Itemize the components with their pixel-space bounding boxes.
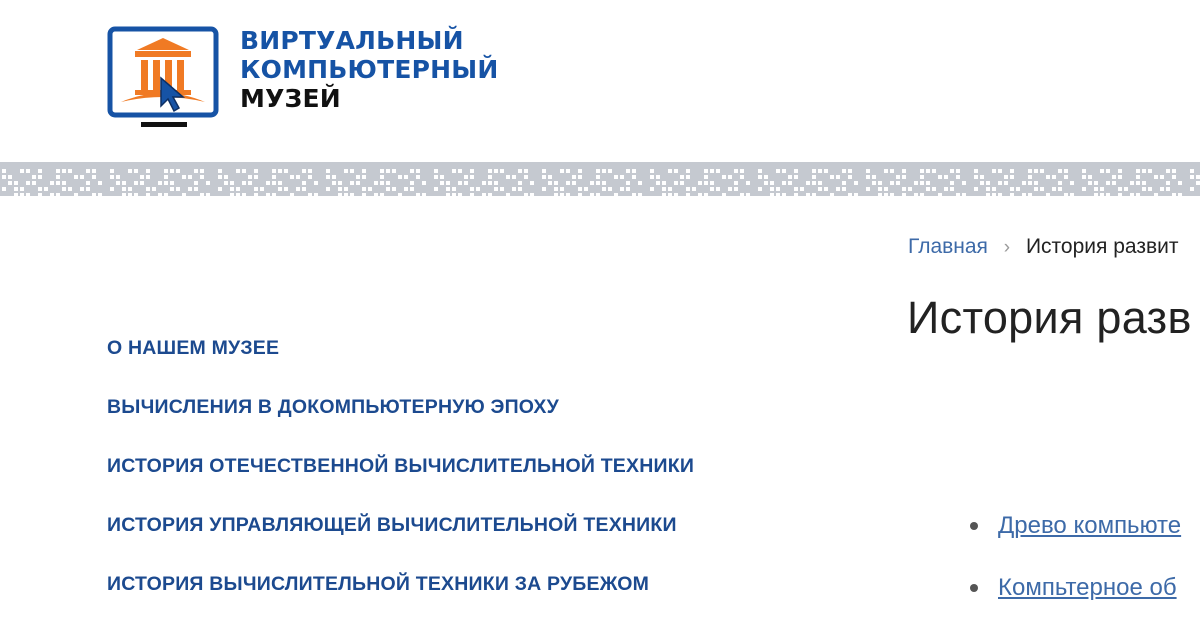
- sidebar-item-control: ИСТОРИЯ УПРАВЛЯЮЩЕЙ ВЫЧИСЛИТЕЛЬНОЙ ТЕХНИ…: [107, 511, 694, 570]
- logo-line-2: КОМПЬЮТЕРНЫЙ: [240, 55, 499, 84]
- logo-line-1: ВИРТУАЛЬНЫЙ: [240, 26, 464, 55]
- content-link-education[interactable]: Компьтерное об: [998, 574, 1177, 601]
- site-logo[interactable]: ВИРТУАЛЬНЫЙ КОМПЬЮТЕРНЫЙ МУЗЕЙ: [105, 26, 525, 136]
- breadcrumb-home-link[interactable]: Главная: [908, 235, 988, 258]
- sidebar-item-abroad: ИСТОРИЯ ВЫЧИСЛИТЕЛЬНОЙ ТЕХНИКИ ЗА РУБЕЖО…: [107, 570, 694, 629]
- breadcrumb-current: История развит: [1025, 235, 1179, 258]
- list-item: Древо компьюте: [970, 510, 1181, 572]
- sidebar-item-about: О НАШЕМ МУЗЕЕ: [107, 334, 694, 393]
- sidebar-link-control[interactable]: ИСТОРИЯ УПРАВЛЯЮЩЕЙ ВЫЧИСЛИТЕЛЬНОЙ ТЕХНИ…: [107, 514, 677, 536]
- content-link-tree[interactable]: Древо компьюте: [998, 512, 1181, 539]
- pixel-pattern: [2, 169, 1200, 196]
- sidebar-nav: О НАШЕМ МУЗЕЕ ВЫЧИСЛЕНИЯ В ДОКОМПЬЮТЕРНУ…: [107, 334, 694, 629]
- bullet-icon: [970, 522, 978, 530]
- breadcrumb: Главная › История развит: [908, 235, 1178, 259]
- sidebar-item-domestic: ИСТОРИЯ ОТЕЧЕСТВЕННОЙ ВЫЧИСЛИТЕЛЬНОЙ ТЕХ…: [107, 452, 694, 511]
- list-item: Компьтерное об: [970, 572, 1181, 634]
- sidebar-link-abroad[interactable]: ИСТОРИЯ ВЫЧИСЛИТЕЛЬНОЙ ТЕХНИКИ ЗА РУБЕЖО…: [107, 573, 649, 595]
- sidebar-link-pre-computer[interactable]: ВЫЧИСЛЕНИЯ В ДОКОМПЬЮТЕРНУЮ ЭПОХУ: [107, 396, 559, 418]
- logo-line-3: МУЗЕЙ: [240, 84, 341, 113]
- content-link-list: Древо компьюте Компьтерное об: [970, 510, 1181, 634]
- bullet-icon: [970, 584, 978, 592]
- sidebar-item-pre-computer: ВЫЧИСЛЕНИЯ В ДОКОМПЬЮТЕРНУЮ ЭПОХУ: [107, 393, 694, 452]
- sidebar-link-about[interactable]: О НАШЕМ МУЗЕЕ: [107, 337, 279, 359]
- logo-text: ВИРТУАЛЬНЫЙ КОМПЬЮТЕРНЫЙ МУЗЕЙ: [240, 26, 499, 113]
- page-title: История разв: [907, 292, 1192, 343]
- museum-monitor-cursor-icon: [107, 26, 219, 127]
- decorative-pattern-band: [0, 162, 1200, 196]
- sidebar-link-domestic[interactable]: ИСТОРИЯ ОТЕЧЕСТВЕННОЙ ВЫЧИСЛИТЕЛЬНОЙ ТЕХ…: [107, 455, 694, 477]
- breadcrumb-separator-icon: ›: [1003, 237, 1011, 258]
